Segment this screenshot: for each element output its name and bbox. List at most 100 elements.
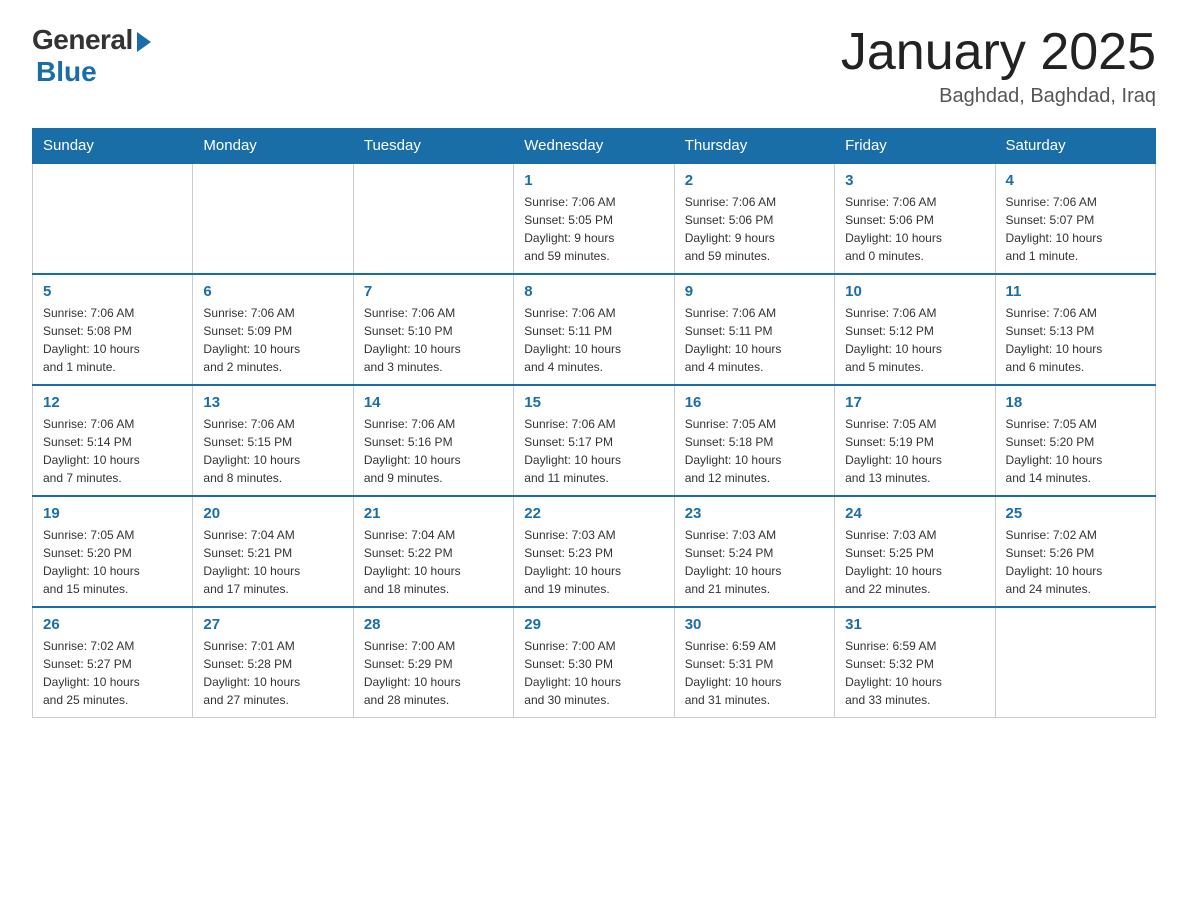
calendar-cell: 10 Sunrise: 7:06 AMSunset: 5:12 PMDayligh… bbox=[835, 274, 995, 385]
calendar-cell bbox=[193, 163, 353, 274]
day-info: Sunrise: 6:59 AMSunset: 5:32 PMDaylight:… bbox=[845, 637, 984, 709]
calendar-cell: 17 Sunrise: 7:05 AMSunset: 5:19 PMDayligh… bbox=[835, 385, 995, 496]
day-number: 14 bbox=[364, 394, 503, 411]
day-header-tuesday: Tuesday bbox=[353, 129, 513, 164]
day-header-sunday: Sunday bbox=[33, 129, 193, 164]
day-header-wednesday: Wednesday bbox=[514, 129, 674, 164]
day-info: Sunrise: 7:02 AMSunset: 5:26 PMDaylight:… bbox=[1006, 526, 1145, 598]
day-number: 18 bbox=[1006, 394, 1145, 411]
day-number: 19 bbox=[43, 505, 182, 522]
logo-arrow-icon bbox=[137, 32, 151, 52]
day-info: Sunrise: 7:04 AMSunset: 5:21 PMDaylight:… bbox=[203, 526, 342, 598]
calendar-cell bbox=[353, 163, 513, 274]
day-header-monday: Monday bbox=[193, 129, 353, 164]
day-info: Sunrise: 7:06 AMSunset: 5:14 PMDaylight:… bbox=[43, 415, 182, 487]
day-info: Sunrise: 7:04 AMSunset: 5:22 PMDaylight:… bbox=[364, 526, 503, 598]
day-number: 29 bbox=[524, 616, 663, 633]
calendar-cell: 4 Sunrise: 7:06 AMSunset: 5:07 PMDaylight… bbox=[995, 163, 1155, 274]
day-info: Sunrise: 7:06 AMSunset: 5:05 PMDaylight:… bbox=[524, 193, 663, 265]
day-info: Sunrise: 7:02 AMSunset: 5:27 PMDaylight:… bbox=[43, 637, 182, 709]
day-number: 21 bbox=[364, 505, 503, 522]
calendar-cell: 7 Sunrise: 7:06 AMSunset: 5:10 PMDaylight… bbox=[353, 274, 513, 385]
day-number: 12 bbox=[43, 394, 182, 411]
day-number: 1 bbox=[524, 172, 663, 189]
calendar-cell: 6 Sunrise: 7:06 AMSunset: 5:09 PMDaylight… bbox=[193, 274, 353, 385]
day-number: 10 bbox=[845, 283, 984, 300]
day-number: 17 bbox=[845, 394, 984, 411]
day-number: 5 bbox=[43, 283, 182, 300]
day-number: 11 bbox=[1006, 283, 1145, 300]
day-info: Sunrise: 7:06 AMSunset: 5:07 PMDaylight:… bbox=[1006, 193, 1145, 265]
day-info: Sunrise: 7:06 AMSunset: 5:17 PMDaylight:… bbox=[524, 415, 663, 487]
calendar-cell: 29 Sunrise: 7:00 AMSunset: 5:30 PMDayligh… bbox=[514, 607, 674, 718]
week-row-2: 5 Sunrise: 7:06 AMSunset: 5:08 PMDaylight… bbox=[33, 274, 1156, 385]
day-info: Sunrise: 7:03 AMSunset: 5:25 PMDaylight:… bbox=[845, 526, 984, 598]
day-header-saturday: Saturday bbox=[995, 129, 1155, 164]
day-number: 16 bbox=[685, 394, 824, 411]
day-number: 24 bbox=[845, 505, 984, 522]
calendar-cell: 8Sunrise: 7:06 AMSunset: 5:11 PMDaylight… bbox=[514, 274, 674, 385]
day-number: 9 bbox=[685, 283, 824, 300]
calendar-cell: 31 Sunrise: 6:59 AMSunset: 5:32 PMDayligh… bbox=[835, 607, 995, 718]
calendar-cell: 5 Sunrise: 7:06 AMSunset: 5:08 PMDaylight… bbox=[33, 274, 193, 385]
calendar-cell: 21 Sunrise: 7:04 AMSunset: 5:22 PMDayligh… bbox=[353, 496, 513, 607]
day-info: Sunrise: 7:06 AMSunset: 5:06 PMDaylight:… bbox=[845, 193, 984, 265]
week-row-3: 12 Sunrise: 7:06 AMSunset: 5:14 PMDayligh… bbox=[33, 385, 1156, 496]
week-row-5: 26 Sunrise: 7:02 AMSunset: 5:27 PMDayligh… bbox=[33, 607, 1156, 718]
day-info: Sunrise: 7:05 AMSunset: 5:18 PMDaylight:… bbox=[685, 415, 824, 487]
calendar-cell: 24 Sunrise: 7:03 AMSunset: 5:25 PMDayligh… bbox=[835, 496, 995, 607]
title-area: January 2025 Baghdad, Baghdad, Iraq bbox=[841, 24, 1156, 108]
calendar-cell: 3Sunrise: 7:06 AMSunset: 5:06 PMDaylight… bbox=[835, 163, 995, 274]
day-number: 22 bbox=[524, 505, 663, 522]
day-number: 15 bbox=[524, 394, 663, 411]
calendar-cell: 22 Sunrise: 7:03 AMSunset: 5:23 PMDayligh… bbox=[514, 496, 674, 607]
day-number: 6 bbox=[203, 283, 342, 300]
day-info: Sunrise: 7:06 AMSunset: 5:11 PMDaylight:… bbox=[685, 304, 824, 376]
week-row-1: 1 Sunrise: 7:06 AMSunset: 5:05 PMDaylight… bbox=[33, 163, 1156, 274]
day-number: 7 bbox=[364, 283, 503, 300]
day-number: 23 bbox=[685, 505, 824, 522]
day-info: Sunrise: 7:03 AMSunset: 5:24 PMDaylight:… bbox=[685, 526, 824, 598]
day-header-friday: Friday bbox=[835, 129, 995, 164]
calendar-cell: 18 Sunrise: 7:05 AMSunset: 5:20 PMDayligh… bbox=[995, 385, 1155, 496]
day-number: 31 bbox=[845, 616, 984, 633]
day-number: 13 bbox=[203, 394, 342, 411]
logo-blue-text: Blue bbox=[36, 56, 97, 88]
day-info: Sunrise: 7:05 AMSunset: 5:20 PMDaylight:… bbox=[1006, 415, 1145, 487]
day-info: Sunrise: 7:06 AMSunset: 5:15 PMDaylight:… bbox=[203, 415, 342, 487]
calendar-cell: 9 Sunrise: 7:06 AMSunset: 5:11 PMDaylight… bbox=[674, 274, 834, 385]
day-info: Sunrise: 7:06 AMSunset: 5:16 PMDaylight:… bbox=[364, 415, 503, 487]
logo-general-text: General bbox=[32, 24, 133, 56]
week-row-4: 19Sunrise: 7:05 AMSunset: 5:20 PMDayligh… bbox=[33, 496, 1156, 607]
day-info: Sunrise: 7:06 AMSunset: 5:11 PMDaylight:… bbox=[524, 304, 663, 376]
day-number: 4 bbox=[1006, 172, 1145, 189]
day-info: Sunrise: 6:59 AMSunset: 5:31 PMDaylight:… bbox=[685, 637, 824, 709]
day-info: Sunrise: 7:03 AMSunset: 5:23 PMDaylight:… bbox=[524, 526, 663, 598]
day-info: Sunrise: 7:00 AMSunset: 5:29 PMDaylight:… bbox=[364, 637, 503, 709]
calendar-cell: 2 Sunrise: 7:06 AMSunset: 5:06 PMDaylight… bbox=[674, 163, 834, 274]
calendar-cell: 27Sunrise: 7:01 AMSunset: 5:28 PMDayligh… bbox=[193, 607, 353, 718]
day-info: Sunrise: 7:06 AMSunset: 5:08 PMDaylight:… bbox=[43, 304, 182, 376]
calendar-cell bbox=[33, 163, 193, 274]
calendar-cell: 30 Sunrise: 6:59 AMSunset: 5:31 PMDayligh… bbox=[674, 607, 834, 718]
calendar-cell: 14 Sunrise: 7:06 AMSunset: 5:16 PMDayligh… bbox=[353, 385, 513, 496]
logo: General Blue bbox=[32, 24, 151, 88]
calendar-cell: 23 Sunrise: 7:03 AMSunset: 5:24 PMDayligh… bbox=[674, 496, 834, 607]
day-info: Sunrise: 7:06 AMSunset: 5:10 PMDaylight:… bbox=[364, 304, 503, 376]
day-number: 27 bbox=[203, 616, 342, 633]
day-info: Sunrise: 7:00 AMSunset: 5:30 PMDaylight:… bbox=[524, 637, 663, 709]
day-info: Sunrise: 7:06 AMSunset: 5:09 PMDaylight:… bbox=[203, 304, 342, 376]
day-info: Sunrise: 7:06 AMSunset: 5:06 PMDaylight:… bbox=[685, 193, 824, 265]
calendar-cell: 19Sunrise: 7:05 AMSunset: 5:20 PMDayligh… bbox=[33, 496, 193, 607]
calendar-cell: 20Sunrise: 7:04 AMSunset: 5:21 PMDayligh… bbox=[193, 496, 353, 607]
day-info: Sunrise: 7:05 AMSunset: 5:19 PMDaylight:… bbox=[845, 415, 984, 487]
day-number: 26 bbox=[43, 616, 182, 633]
day-info: Sunrise: 7:06 AMSunset: 5:12 PMDaylight:… bbox=[845, 304, 984, 376]
calendar-cell: 16 Sunrise: 7:05 AMSunset: 5:18 PMDayligh… bbox=[674, 385, 834, 496]
day-number: 30 bbox=[685, 616, 824, 633]
day-number: 28 bbox=[364, 616, 503, 633]
calendar-cell: 11Sunrise: 7:06 AMSunset: 5:13 PMDayligh… bbox=[995, 274, 1155, 385]
page-header: General Blue January 2025 Baghdad, Baghd… bbox=[32, 24, 1156, 108]
calendar-cell: 15 Sunrise: 7:06 AMSunset: 5:17 PMDayligh… bbox=[514, 385, 674, 496]
day-number: 2 bbox=[685, 172, 824, 189]
